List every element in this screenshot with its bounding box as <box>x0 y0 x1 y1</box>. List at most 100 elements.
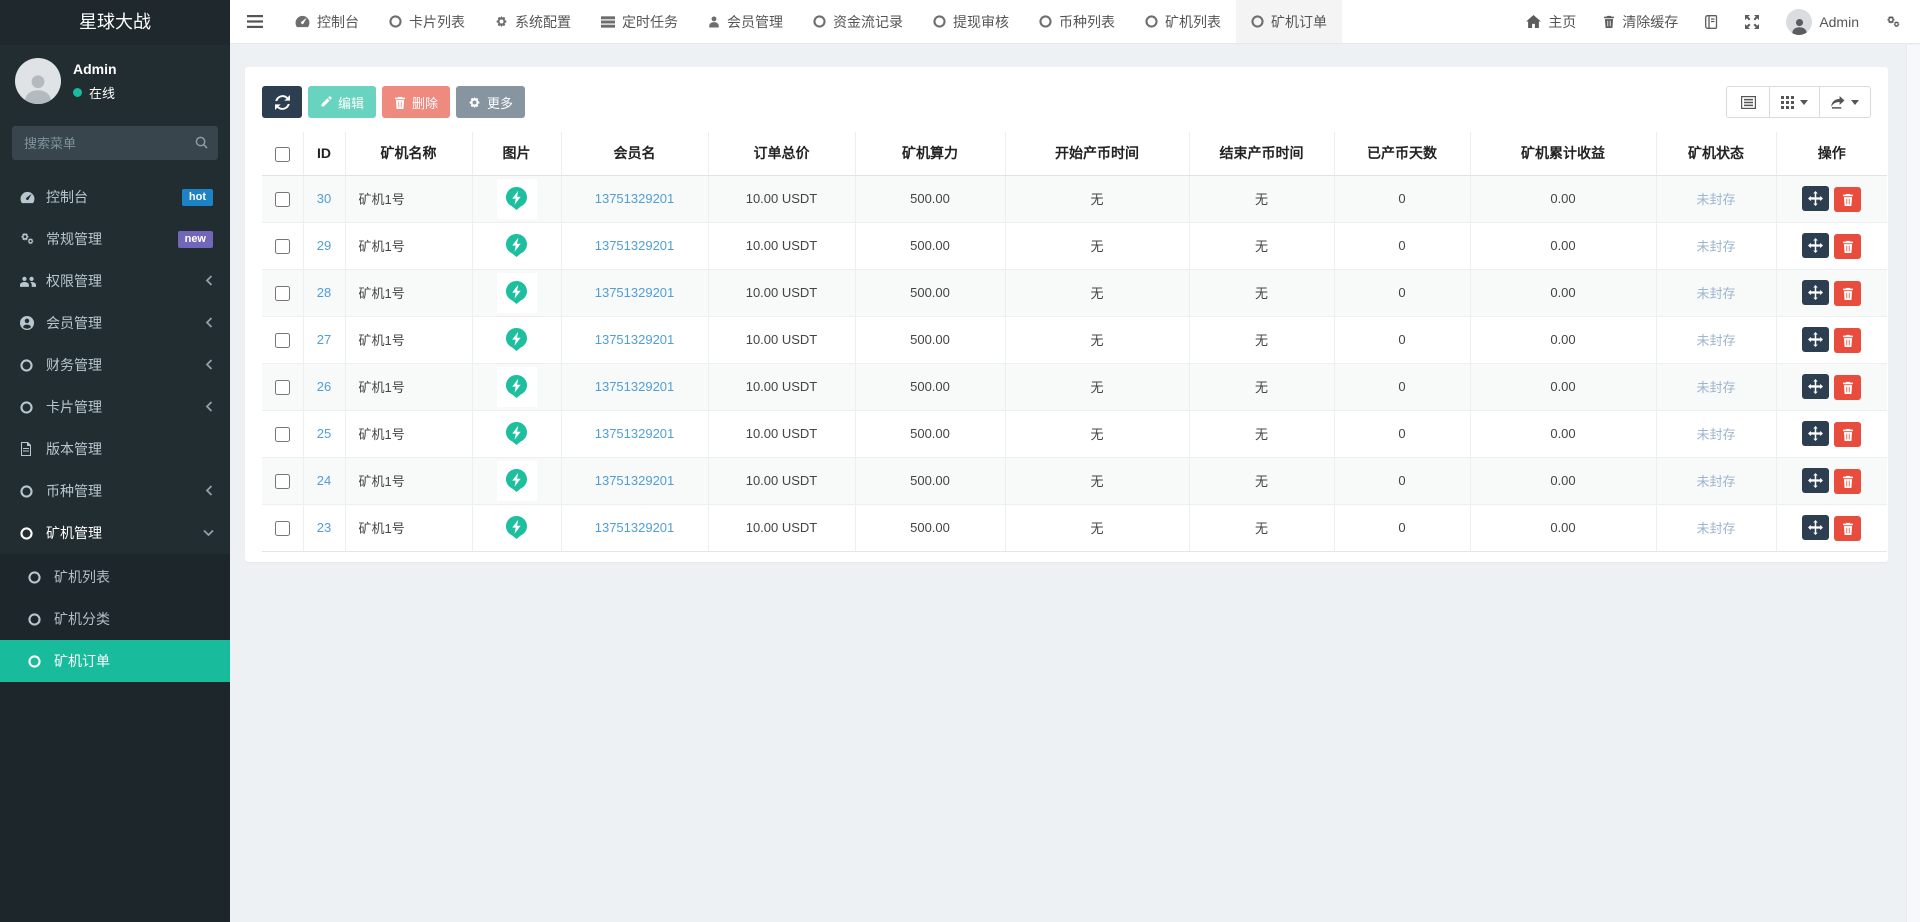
home-link[interactable]: 主页 <box>1526 12 1576 32</box>
move-row-button[interactable] <box>1802 515 1829 540</box>
row-checkbox[interactable] <box>275 192 290 207</box>
total-income-cell: 0.00 <box>1470 410 1656 457</box>
nav-tab-提现审核[interactable]: 提现审核 <box>918 0 1024 43</box>
sidebar-subitem-矿机订单[interactable]: 矿机订单 <box>0 640 230 682</box>
member-link[interactable]: 13751329201 <box>595 285 675 300</box>
hash-power-cell: 500.00 <box>855 363 1005 410</box>
row-id-link[interactable]: 26 <box>317 379 331 394</box>
delete-row-button[interactable] <box>1834 281 1861 306</box>
member-link[interactable]: 13751329201 <box>595 191 675 206</box>
sidebar-item-币种管理[interactable]: 币种管理 <box>0 470 230 512</box>
row-id-link[interactable]: 23 <box>317 520 331 535</box>
nav-tab-矿机列表[interactable]: 矿机列表 <box>1130 0 1236 43</box>
refresh-button[interactable] <box>262 86 302 118</box>
select-all-checkbox[interactable] <box>275 147 290 162</box>
miner-image[interactable] <box>497 414 537 454</box>
miner-image[interactable] <box>497 320 537 360</box>
nav-tab-会员管理[interactable]: 会员管理 <box>693 0 798 43</box>
more-button[interactable]: 更多 <box>456 86 525 118</box>
edit-button[interactable]: 编辑 <box>308 86 376 118</box>
move-row-button[interactable] <box>1802 468 1829 493</box>
row-id-link[interactable]: 24 <box>317 473 331 488</box>
row-id-link[interactable]: 25 <box>317 426 331 441</box>
fullscreen-button[interactable] <box>1745 15 1759 29</box>
sidebar-item-财务管理[interactable]: 财务管理 <box>0 344 230 386</box>
table-view-icon <box>1741 96 1756 109</box>
move-row-button[interactable] <box>1802 421 1829 446</box>
sidebar-item-版本管理[interactable]: 版本管理 <box>0 428 230 470</box>
member-link[interactable]: 13751329201 <box>595 426 675 441</box>
circle-icon <box>20 359 46 372</box>
row-id-link[interactable]: 27 <box>317 332 331 347</box>
row-checkbox[interactable] <box>275 521 290 536</box>
row-checkbox[interactable] <box>275 427 290 442</box>
nav-tab-矿机订单[interactable]: 矿机订单 <box>1236 0 1342 43</box>
sidebar-toggle-button[interactable] <box>230 0 280 43</box>
delete-row-button[interactable] <box>1834 469 1861 494</box>
profile-menu[interactable]: Admin <box>1786 9 1859 35</box>
row-checkbox[interactable] <box>275 474 290 489</box>
move-row-button[interactable] <box>1802 327 1829 352</box>
miner-image[interactable] <box>497 179 537 219</box>
nav-tab-控制台[interactable]: 控制台 <box>280 0 374 43</box>
columns-dropdown-button[interactable] <box>1770 86 1820 118</box>
move-row-button[interactable] <box>1802 233 1829 258</box>
sidebar-item-卡片管理[interactable]: 卡片管理 <box>0 386 230 428</box>
member-link[interactable]: 13751329201 <box>595 379 675 394</box>
delete-row-button[interactable] <box>1834 422 1861 447</box>
log-button[interactable] <box>1705 15 1718 29</box>
sidebar-item-常规管理[interactable]: 常规管理new <box>0 218 230 260</box>
sidebar-item-会员管理[interactable]: 会员管理 <box>0 302 230 344</box>
row-checkbox[interactable] <box>275 333 290 348</box>
scrollbar[interactable] <box>1906 45 1920 922</box>
log-icon <box>1705 15 1718 29</box>
sidebar-item-权限管理[interactable]: 权限管理 <box>0 260 230 302</box>
miner-image[interactable] <box>497 273 537 313</box>
delete-row-button[interactable] <box>1834 187 1861 212</box>
row-id-link[interactable]: 28 <box>317 285 331 300</box>
nav-tab-系统配置[interactable]: 系统配置 <box>480 0 586 43</box>
nav-tabs: 控制台卡片列表系统配置定时任务会员管理资金流记录提现审核币种列表矿机列表矿机订单 <box>280 0 1342 43</box>
order-price-cell: 10.00 USDT <box>708 175 855 222</box>
actions-cell <box>1776 504 1887 551</box>
sidebar-subitem-矿机列表[interactable]: 矿机列表 <box>0 556 230 598</box>
export-dropdown-button[interactable] <box>1820 86 1871 118</box>
detail-view-button[interactable] <box>1726 86 1770 118</box>
miner-image[interactable] <box>497 461 537 501</box>
sidebar-subitem-矿机分类[interactable]: 矿机分类 <box>0 598 230 640</box>
row-checkbox[interactable] <box>275 380 290 395</box>
delete-row-button[interactable] <box>1834 516 1861 541</box>
row-id-link[interactable]: 30 <box>317 191 331 206</box>
miner-image[interactable] <box>497 226 537 266</box>
row-id-link[interactable]: 29 <box>317 238 331 253</box>
miner-name-cell: 矿机1号 <box>345 504 472 551</box>
row-checkbox[interactable] <box>275 239 290 254</box>
delete-row-button[interactable] <box>1834 234 1861 259</box>
move-row-button[interactable] <box>1802 280 1829 305</box>
member-link[interactable]: 13751329201 <box>595 520 675 535</box>
hash-power-cell: 500.00 <box>855 175 1005 222</box>
member-link[interactable]: 13751329201 <box>595 238 675 253</box>
move-row-button[interactable] <box>1802 374 1829 399</box>
member-link[interactable]: 13751329201 <box>595 332 675 347</box>
nav-tab-币种列表[interactable]: 币种列表 <box>1024 0 1130 43</box>
search-input[interactable] <box>12 126 218 160</box>
delete-row-button[interactable] <box>1834 375 1861 400</box>
chevron-left-icon <box>205 357 213 373</box>
move-row-button[interactable] <box>1802 186 1829 211</box>
row-checkbox[interactable] <box>275 286 290 301</box>
miner-image[interactable] <box>497 367 537 407</box>
member-link[interactable]: 13751329201 <box>595 473 675 488</box>
nav-tab-卡片列表[interactable]: 卡片列表 <box>374 0 480 43</box>
sidebar-item-label: 权限管理 <box>46 271 102 291</box>
delete-row-button[interactable] <box>1834 328 1861 353</box>
sidebar-item-矿机管理[interactable]: 矿机管理 <box>0 512 230 554</box>
nav-tab-定时任务[interactable]: 定时任务 <box>586 0 693 43</box>
delete-button[interactable]: 删除 <box>382 86 450 118</box>
sidebar-item-控制台[interactable]: 控制台hot <box>0 176 230 218</box>
clear-cache-link[interactable]: 清除缓存 <box>1603 12 1678 32</box>
miner-name-cell: 矿机1号 <box>345 363 472 410</box>
settings-button[interactable] <box>1886 15 1902 29</box>
miner-image[interactable] <box>497 508 537 548</box>
nav-tab-资金流记录[interactable]: 资金流记录 <box>798 0 918 43</box>
